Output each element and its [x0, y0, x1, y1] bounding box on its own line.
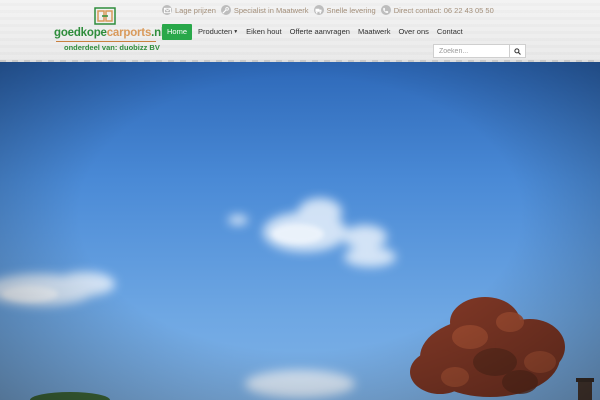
wrench-icon	[220, 5, 231, 15]
search-button[interactable]	[509, 44, 526, 58]
logo-subtitle: onderdeel van: duobizz BV	[64, 43, 160, 52]
truck-icon	[313, 5, 324, 15]
logo-mark-icon	[94, 7, 116, 25]
search-input[interactable]	[433, 44, 509, 58]
nav-label: Home	[167, 27, 188, 36]
phone-icon	[380, 5, 391, 15]
nav-label: Eiken hout	[246, 27, 282, 36]
search-form	[433, 44, 526, 58]
usp-item[interactable]: Direct contact: 06 22 43 05 50	[380, 5, 494, 15]
logo-wordmark: goedkopecarports.nl	[54, 27, 164, 39]
nav-label: Over ons	[398, 27, 429, 36]
nav-item-offerte-aanvragen[interactable]: Offerte aanvragen	[286, 24, 354, 40]
nav-item-contact[interactable]: Contact	[433, 24, 467, 40]
nav-item-maatwerk[interactable]: Maatwerk	[354, 24, 395, 40]
envelope-icon	[162, 5, 172, 15]
logo-word-1: goedkope	[54, 27, 107, 39]
main-navigation: Home Producten▼ Eiken hout Offerte aanvr…	[162, 24, 467, 40]
usp-label: Direct contact: 06 22 43 05 50	[393, 5, 494, 15]
nav-label: Contact	[436, 27, 463, 36]
search-icon	[514, 47, 521, 55]
nav-item-producten[interactable]: Producten▼	[194, 24, 242, 40]
chevron-down-icon: ▼	[233, 29, 239, 35]
usp-item: Specialist in Maatwerk	[220, 5, 309, 15]
usp-bar: Lage prijzen Specialist in Maatwerk Snel…	[162, 4, 499, 16]
site-logo[interactable]: goedkopecarports.nl onderdeel van: duobi…	[54, 6, 164, 54]
nav-label: Offerte aanvragen	[289, 27, 350, 36]
usp-item: Lage prijzen	[162, 5, 216, 15]
nav-item-eiken-hout[interactable]: Eiken hout	[242, 24, 285, 40]
usp-label: Specialist in Maatwerk	[233, 5, 309, 15]
nav-label: Producten	[198, 27, 233, 36]
nav-item-over-ons[interactable]: Over ons	[394, 24, 432, 40]
nav-label: Maatwerk	[357, 27, 391, 36]
usp-label: Lage prijzen	[175, 5, 216, 15]
hero-vignette	[0, 62, 600, 400]
hero-image	[0, 62, 600, 400]
nav-item-home[interactable]: Home	[162, 24, 193, 40]
logo-word-2: carports	[106, 27, 152, 39]
usp-label: Snelle levering	[326, 5, 376, 15]
usp-item: Snelle levering	[313, 5, 376, 15]
site-header: goedkopecarports.nl onderdeel van: duobi…	[0, 0, 600, 62]
logo-underline	[56, 41, 156, 42]
